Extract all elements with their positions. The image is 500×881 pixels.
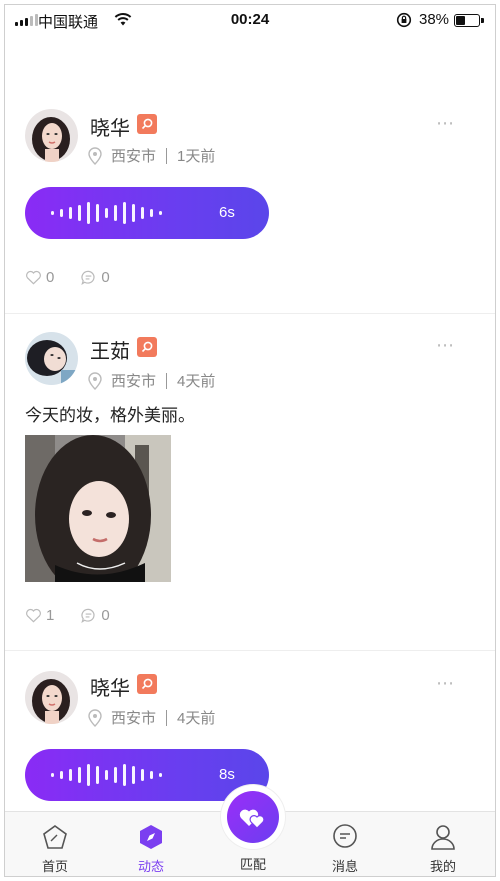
post-photo[interactable] [25,435,171,582]
tab-home[interactable]: 首页 [15,822,95,875]
verified-badge-icon [137,337,157,357]
divider [166,372,168,389]
avatar[interactable] [25,109,78,162]
verified-badge-icon [137,674,157,694]
post-text: 今天的妆，格外美丽。 [25,406,195,425]
time-ago: 4天前 [177,710,216,727]
username[interactable]: 晓华 [90,112,130,141]
user-icon [431,825,455,850]
post-actions: 0 0 [25,269,136,286]
tab-messages-label: 消息 [331,859,358,874]
more-options-button[interactable]: ⋯ [436,113,456,134]
match-button[interactable] [221,785,285,849]
comment-button[interactable]: 0 [80,269,110,286]
comment-icon [81,270,95,285]
comment-count: 0 [101,607,110,624]
avatar[interactable] [25,671,78,724]
time-ago: 4天前 [177,373,216,390]
location-pin-icon [88,708,102,727]
voice-duration: 8s [219,766,235,783]
location: 西安市 [111,373,157,390]
more-options-button[interactable]: ⋯ [436,335,456,356]
post-meta: 西安市 4天前 [87,370,215,391]
username[interactable]: 晓华 [90,672,130,701]
divider [166,709,168,726]
comment-button[interactable]: 0 [80,607,110,624]
location-pin-icon [88,371,102,390]
heart-icon [26,270,41,285]
tab-home-label: 首页 [41,859,68,874]
verified-badge-icon [137,114,157,134]
location-pin-icon [88,146,102,165]
like-button[interactable]: 0 [25,269,54,286]
voice-message-player[interactable]: 6s [25,187,269,239]
tab-mine[interactable]: 我的 [403,822,483,875]
post-actions: 1 0 [25,607,136,624]
post-meta: 西安市 4天前 [87,707,215,728]
waveform [51,749,162,801]
tab-mine-label: 我的 [429,859,456,874]
comment-count: 0 [101,269,110,286]
avatar[interactable] [25,332,78,385]
tab-feed[interactable]: 动态 [111,822,191,875]
chat-icon [333,824,357,848]
comment-icon [81,608,95,623]
voice-duration: 6s [219,204,235,221]
location: 西安市 [111,148,157,165]
like-count: 1 [46,607,55,624]
like-count: 0 [46,269,55,286]
tab-feed-label: 动态 [137,859,164,874]
post-meta: 西安市 1天前 [87,145,215,166]
heart-icon [26,608,41,623]
location: 西安市 [111,710,157,727]
like-button[interactable]: 1 [25,607,54,624]
username[interactable]: 王茹 [90,335,130,364]
home-icon [43,825,67,849]
divider [166,147,168,164]
post-card[interactable]: 王茹 ⋯ 西安市 4天前 今天的妆，格外美丽。 1 0 [5,314,495,650]
match-button-inner [227,791,279,843]
tab-messages[interactable]: 消息 [305,822,385,875]
time-ago: 1天前 [177,148,216,165]
phone-screen: 中国联通 00:24 38% 晓华 ⋯ 西安市 1天前 6s 0 0 王茹 ⋯ … [4,4,496,877]
compass-icon [140,825,162,849]
waveform [51,187,162,239]
more-options-button[interactable]: ⋯ [436,673,456,694]
post-card[interactable]: 晓华 ⋯ 西安市 1天前 6s 0 0 [5,5,495,313]
hearts-icon [239,809,265,829]
tab-match-label: 匹配 [239,857,266,872]
